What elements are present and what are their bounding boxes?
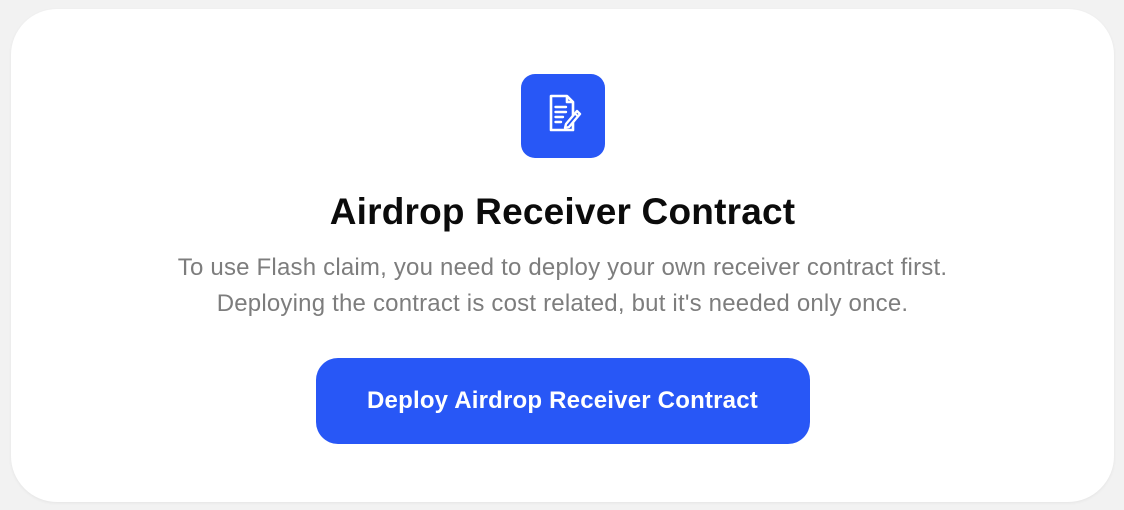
card-description: To use Flash claim, you need to deploy y… (178, 250, 947, 322)
document-pen-icon (539, 90, 587, 143)
description-line-1: To use Flash claim, you need to deploy y… (177, 254, 948, 281)
deploy-contract-button[interactable]: Deploy Airdrop Receiver Contract (315, 358, 810, 444)
airdrop-receiver-card: Airdrop Receiver Contract To use Flash c… (11, 9, 1114, 502)
description-line-2: Deploying the contract is cost related, … (216, 290, 909, 317)
icon-tile (520, 74, 605, 158)
card-title: Airdrop Receiver Contract (329, 191, 796, 232)
